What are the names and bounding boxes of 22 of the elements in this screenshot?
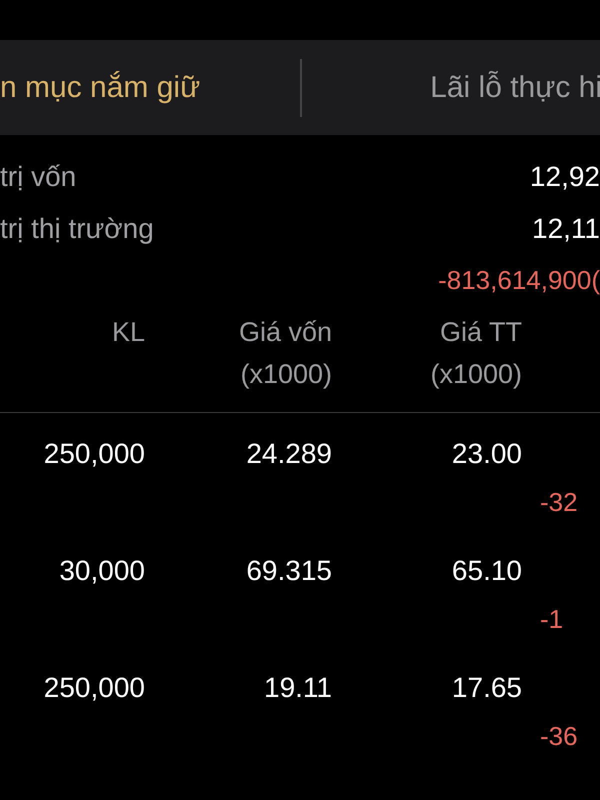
total-profit-loss: -813,614,900(: [437, 264, 600, 297]
summary-value: 12,11: [532, 212, 600, 246]
table-cell-text: 250,000: [42, 671, 145, 705]
profit-loss-value: -36: [539, 720, 578, 753]
table-cell-text: 30,000: [58, 554, 145, 588]
table-cell-text: 65.10: [450, 554, 522, 588]
summary-label: trị vốn: [0, 160, 76, 194]
tab[interactable]: Lãi lỗ thực hi: [302, 40, 600, 135]
tab[interactable]: n mục nắm giữ: [0, 40, 300, 135]
table-cell-text: 250,000: [42, 437, 145, 471]
profit-loss-value: -32: [539, 486, 578, 519]
table-cell-text: 24.289: [245, 437, 332, 471]
profit-loss-value: -1: [539, 603, 564, 636]
column-header: Giá TT (x1000): [429, 316, 522, 391]
table-cell-text: 69.315: [245, 554, 332, 588]
table-cell-text: 19.11: [263, 671, 332, 705]
table-cell-text: 23.00: [450, 437, 522, 471]
table-cell-text: 17.65: [450, 671, 522, 705]
summary-value: 12,92: [530, 160, 600, 194]
summary-label: trị thị trường: [0, 212, 154, 246]
column-header: Giá vốn (x1000): [238, 316, 332, 391]
column-header: KL: [110, 316, 145, 349]
